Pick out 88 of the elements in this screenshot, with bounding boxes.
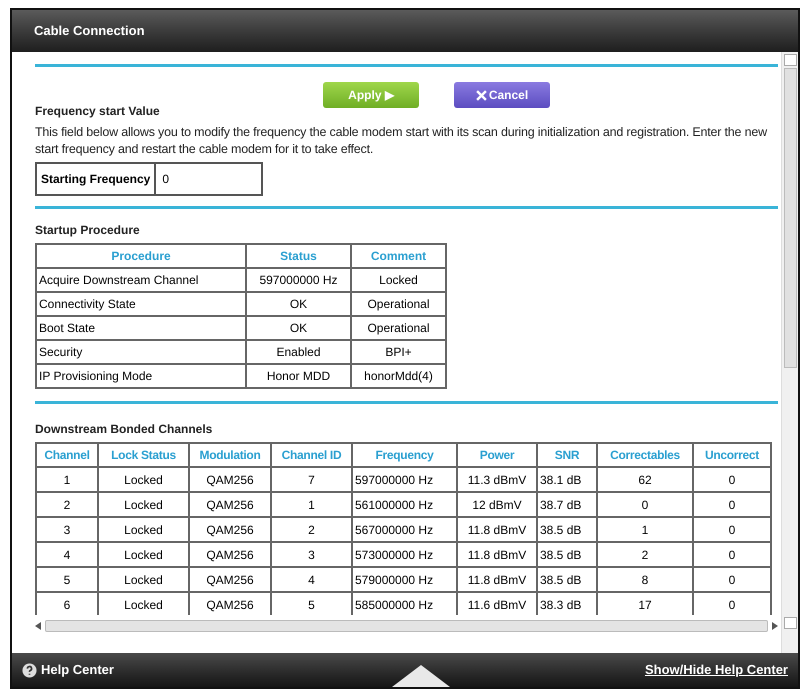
table-cell: IP Provisioning Mode bbox=[36, 364, 246, 388]
column-header: Correctables bbox=[597, 443, 693, 467]
table-cell: 11.3 dBmV bbox=[457, 467, 537, 492]
table-cell: OK bbox=[246, 316, 351, 340]
table-cell: 8 bbox=[597, 567, 693, 592]
table-cell: 38.1 dB bbox=[537, 467, 597, 492]
column-header: Procedure bbox=[36, 244, 246, 268]
table-cell: Enabled bbox=[246, 340, 351, 364]
column-header: Frequency bbox=[352, 443, 457, 467]
table-cell: 0 bbox=[693, 517, 771, 542]
description-text: This field below allows you to modify the frequency the cable modem start with its scan during initialization and registration. Enter the new start frequency and restart the cable modem for it to take effect. bbox=[35, 124, 768, 158]
section-heading: Frequency start Value bbox=[35, 103, 161, 120]
table-cell: 1 bbox=[597, 517, 693, 542]
table-cell: 567000000 Hz bbox=[352, 517, 457, 542]
column-header: Channel ID bbox=[271, 443, 352, 467]
table-cell: QAM256 bbox=[189, 492, 271, 517]
table-cell: 2 bbox=[597, 542, 693, 567]
show-hide-help-link[interactable]: Show/Hide Help Center bbox=[644, 660, 788, 680]
column-header: SNR bbox=[537, 443, 597, 467]
expand-handle-icon[interactable] bbox=[392, 665, 450, 687]
table-cell: QAM256 bbox=[189, 542, 271, 567]
table-cell: Locked bbox=[98, 517, 189, 542]
section-heading: Startup Procedure bbox=[35, 222, 141, 239]
table-cell: 2 bbox=[271, 517, 352, 542]
table-cell: 0 bbox=[597, 492, 693, 517]
table-cell: QAM256 bbox=[189, 517, 271, 542]
column-header: Lock Status bbox=[98, 443, 189, 467]
scroll-left-icon[interactable] bbox=[35, 622, 41, 630]
close-icon bbox=[476, 90, 487, 100]
table-cell: 6 bbox=[36, 592, 98, 615]
table-cell: Locked bbox=[351, 268, 446, 292]
table-cell: 561000000 Hz bbox=[352, 492, 457, 517]
table-cell: 4 bbox=[271, 567, 352, 592]
table-cell: Connectivity State bbox=[36, 292, 246, 316]
table-cell: Operational bbox=[351, 316, 446, 340]
column-header: Status bbox=[246, 244, 351, 268]
column-header: Channel bbox=[36, 443, 98, 467]
table-cell: 1 bbox=[271, 492, 352, 517]
table-cell: 3 bbox=[271, 542, 352, 567]
table-cell: 0 bbox=[693, 467, 771, 492]
table-cell: 573000000 Hz bbox=[352, 542, 457, 567]
table-cell: Boot State bbox=[36, 316, 246, 340]
table-cell: 11.8 dBmV bbox=[457, 567, 537, 592]
table-cell: Locked bbox=[98, 492, 189, 517]
table-cell: 1 bbox=[36, 467, 98, 492]
table-cell: 3 bbox=[36, 517, 98, 542]
table-cell: 597000000 Hz bbox=[246, 268, 351, 292]
table-cell: Honor MDD bbox=[246, 364, 351, 388]
table-cell: Security bbox=[36, 340, 246, 364]
table-cell: 38.5 dB bbox=[537, 517, 597, 542]
column-header: Comment bbox=[351, 244, 446, 268]
table-cell: 62 bbox=[597, 467, 693, 492]
column-header: Power bbox=[457, 443, 537, 467]
help-center-link[interactable]: Help Center bbox=[41, 660, 114, 680]
table-cell: 0 bbox=[693, 542, 771, 567]
table-cell: 0 bbox=[693, 567, 771, 592]
cancel-button[interactable]: Cancel bbox=[454, 82, 550, 108]
table-cell: 4 bbox=[36, 542, 98, 567]
table-cell: QAM256 bbox=[189, 567, 271, 592]
table-cell: honorMdd(4) bbox=[351, 364, 446, 388]
table-cell: 2 bbox=[36, 492, 98, 517]
table-cell: Locked bbox=[98, 542, 189, 567]
scroll-right-icon[interactable] bbox=[772, 622, 778, 630]
column-header: Uncorrect bbox=[693, 443, 771, 467]
column-header: Modulation bbox=[189, 443, 271, 467]
table-cell: 11.8 dBmV bbox=[457, 542, 537, 567]
table-cell: 7 bbox=[271, 467, 352, 492]
table-cell: QAM256 bbox=[189, 467, 271, 492]
table-cell: 0 bbox=[693, 492, 771, 517]
field-label: Starting Frequency bbox=[35, 162, 156, 196]
table-cell: 579000000 Hz bbox=[352, 567, 457, 592]
table-cell: OK bbox=[246, 292, 351, 316]
table-cell: 12 dBmV bbox=[457, 492, 537, 517]
table-cell: 38.5 dB bbox=[537, 542, 597, 567]
window-title: Cable Connection bbox=[34, 22, 145, 40]
table-cell: 5 bbox=[36, 567, 98, 592]
table-cell: Acquire Downstream Channel bbox=[36, 268, 246, 292]
table-cell: 38.5 dB bbox=[537, 567, 597, 592]
table-cell: BPI+ bbox=[351, 340, 446, 364]
table-cell: 38.7 dB bbox=[537, 492, 597, 517]
table-cell: Locked bbox=[98, 467, 189, 492]
section-heading: Downstream Bonded Channels bbox=[35, 421, 214, 438]
table-cell: 597000000 Hz bbox=[352, 467, 457, 492]
table-cell: 11.8 dBmV bbox=[457, 517, 537, 542]
table-cell: Operational bbox=[351, 292, 446, 316]
table-cell: Locked bbox=[98, 567, 189, 592]
help-icon[interactable] bbox=[22, 662, 37, 678]
starting-frequency-field[interactable]: 0 bbox=[156, 162, 264, 196]
